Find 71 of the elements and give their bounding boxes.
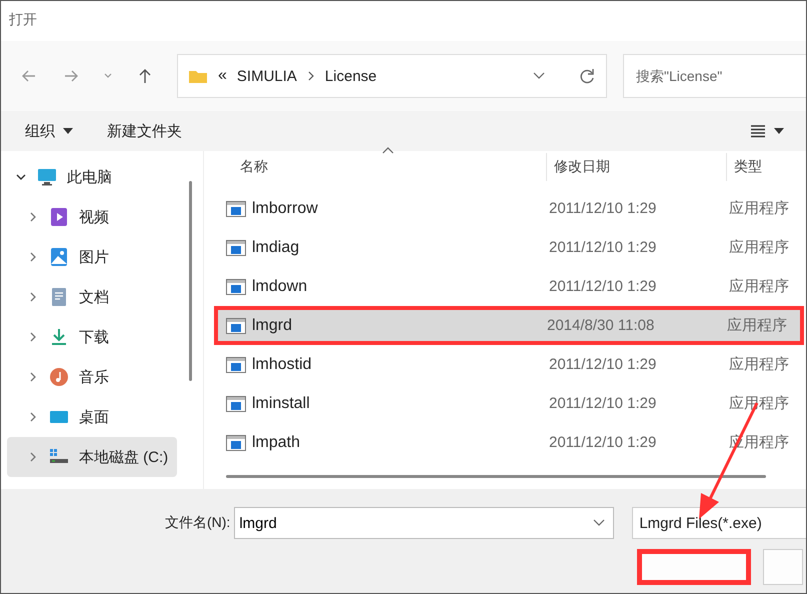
sidebar-item[interactable]: 本地磁盘 (C:) — [7, 437, 177, 477]
document-icon — [49, 287, 69, 307]
sidebar-item[interactable]: 音乐 — [1, 357, 177, 397]
picture-icon — [49, 247, 69, 267]
file-date: 2011/12/10 1:29 — [548, 238, 658, 258]
new-folder-button[interactable]: 新建文件夹 — [97, 118, 192, 144]
file-name-field[interactable]: lmgrd — [234, 507, 614, 539]
breadcrumb[interactable]: License — [324, 68, 377, 84]
music-note-icon — [49, 367, 69, 387]
scrollbar-thumb[interactable] — [226, 474, 766, 478]
file-row[interactable]: lmdiag 2011/12/10 1:29 应用程序 — [216, 228, 802, 267]
file-date: 2011/12/10 1:29 — [548, 394, 658, 414]
file-date: 2011/12/10 1:29 — [548, 355, 658, 375]
application-icon — [226, 396, 246, 412]
sidebar-item[interactable]: 视频 — [1, 197, 177, 237]
download-icon — [49, 327, 69, 347]
column-header[interactable]: 修改日期 — [546, 153, 726, 181]
sidebar-item[interactable]: 下载 — [1, 317, 177, 357]
file-date: 2011/12/10 1:29 — [548, 199, 658, 219]
chevron-down-icon[interactable] — [532, 71, 546, 81]
open-button[interactable] — [637, 549, 751, 585]
file-type-dropdown[interactable]: Lmgrd Files(*.exe) — [632, 507, 806, 539]
caret-down-icon — [63, 128, 73, 134]
file-type: 应用程序 — [729, 199, 790, 219]
sidebar-item[interactable]: 图片 — [1, 237, 177, 277]
file-row[interactable]: lmdown 2011/12/10 1:29 应用程序 — [216, 267, 802, 306]
file-name: lmdiag — [252, 238, 300, 256]
breadcrumb[interactable]: SIMULIA — [236, 68, 297, 84]
sidebar-item[interactable]: 文档 — [1, 277, 177, 317]
application-icon — [226, 434, 246, 450]
file-name: lmpath — [252, 434, 300, 452]
sidebar-item[interactable]: 此电脑 — [1, 157, 177, 197]
organize-button[interactable]: 组织 — [15, 118, 83, 144]
window-title: 打开 — [8, 10, 38, 29]
file-type: 应用程序 — [727, 316, 788, 336]
breadcrumb[interactable]: « — [218, 67, 227, 85]
application-icon — [226, 318, 246, 334]
caret-down-icon — [774, 128, 784, 134]
file-type: 应用程序 — [729, 277, 790, 297]
file-date: 2011/12/10 1:29 — [548, 277, 658, 297]
folder-icon — [188, 68, 208, 84]
file-name: lmgrd — [252, 316, 292, 334]
application-icon — [226, 200, 246, 216]
file-date: 2014/8/30 11:08 — [546, 316, 656, 336]
file-name: lmhostid — [252, 356, 312, 374]
file-name: lmborrow — [252, 200, 318, 218]
file-row[interactable]: lmborrow 2011/12/10 1:29 应用程序 — [216, 189, 802, 228]
chevron-down-icon[interactable] — [592, 518, 606, 528]
column-header[interactable]: 类型 — [726, 153, 806, 181]
file-date: 2011/12/10 1:29 — [548, 433, 658, 453]
video-icon — [49, 207, 69, 227]
file-type: 应用程序 — [729, 355, 790, 375]
file-type: 应用程序 — [729, 238, 790, 258]
address-bar[interactable]: « SIMULIA License — [177, 54, 607, 98]
refresh-icon[interactable] — [578, 67, 596, 85]
scrollbar-thumb[interactable] — [188, 181, 192, 381]
file-row[interactable]: lmgrd 2014/8/30 11:08 应用程序 — [214, 306, 804, 345]
application-icon — [226, 356, 246, 372]
file-name: lmdown — [252, 278, 308, 296]
application-icon — [226, 278, 246, 294]
file-name-label: 文件名(N): — [165, 514, 230, 532]
application-icon — [226, 240, 246, 256]
chevron-right-icon — [306, 71, 315, 81]
column-header[interactable]: 名称 — [204, 153, 546, 181]
file-row[interactable]: lmhostid 2011/12/10 1:29 应用程序 — [216, 345, 802, 384]
file-name: lminstall — [252, 394, 310, 412]
search-field[interactable]: 搜索"License" — [623, 54, 806, 98]
sidebar-item[interactable]: 桌面 — [1, 397, 177, 437]
list-view-icon — [750, 124, 766, 138]
sort-caret-icon — [382, 147, 394, 154]
computer-icon — [37, 167, 57, 187]
